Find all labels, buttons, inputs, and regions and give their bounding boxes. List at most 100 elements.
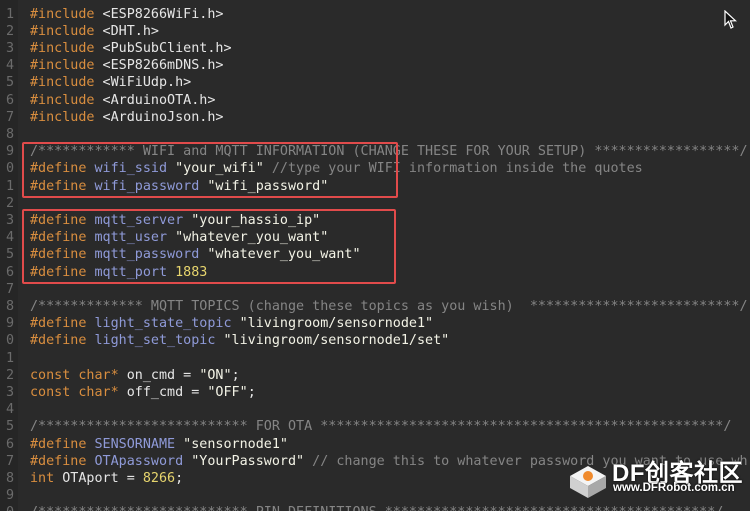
- code-token: on_cmd =: [118, 367, 200, 383]
- code-token: /************************** FOR OTA ****…: [30, 419, 732, 435]
- line-number: 7: [5, 281, 14, 297]
- line-number: 3: [5, 212, 14, 228]
- line-number: 0: [5, 333, 14, 349]
- code-token: light_state_topic: [86, 316, 232, 332]
- line-number: 9: [5, 488, 14, 504]
- code-token: *: [110, 367, 119, 383]
- code-text: #include <DHT.h>: [30, 23, 159, 40]
- code-line[interactable]: 3 const char* off_cmd = "OFF";: [0, 384, 750, 401]
- code-token: OTAport =: [54, 470, 143, 486]
- code-token: #include: [30, 92, 95, 108]
- line-number: 0: [5, 161, 14, 177]
- line-number: 3: [5, 40, 14, 56]
- code-token: "ON": [199, 367, 232, 383]
- line-number: 5: [5, 419, 14, 435]
- code-token: char: [70, 367, 111, 383]
- code-token: #include: [30, 109, 95, 125]
- line-number: 2: [5, 195, 14, 211]
- mouse-pointer-icon: [724, 10, 738, 29]
- code-text: #include <ESP8266mDNS.h>: [30, 57, 224, 74]
- code-token: SENSORNAME: [86, 436, 176, 452]
- code-line[interactable]: 2 #include <DHT.h>: [0, 23, 750, 40]
- code-token: ;: [247, 384, 256, 400]
- line-number: 4: [5, 230, 14, 246]
- line-number: 7: [5, 453, 14, 469]
- code-token: #define: [30, 453, 87, 469]
- code-token: const: [30, 384, 71, 400]
- code-text: const char* off_cmd = "OFF";: [30, 384, 256, 401]
- code-token: int: [30, 470, 55, 486]
- code-line[interactable]: 2 const char* on_cmd = "ON";: [0, 367, 750, 384]
- code-token: ;: [175, 470, 184, 486]
- code-text: #include <ArduinoJson.h>: [30, 109, 224, 126]
- code-text: /************* MQTT TOPICS (change these…: [30, 298, 748, 315]
- code-text: int OTAport = 8266;: [30, 470, 183, 487]
- line-number: 0: [0, 504, 14, 511]
- line-number: 2: [5, 23, 14, 39]
- code-line[interactable]: 1 #include <ESP8266WiFi.h>: [0, 6, 750, 23]
- line-number: 1: [5, 350, 14, 366]
- code-line[interactable]: 4: [0, 401, 750, 418]
- code-line[interactable]: 0 #define light_set_topic "livingroom/sen…: [0, 332, 750, 349]
- code-line[interactable]: 3 #include <PubSubClient.h>: [0, 40, 750, 57]
- code-editor[interactable]: 1 #include <ESP8266WiFi.h> 2 #include <DHT.…: [0, 0, 750, 511]
- code-text: #include <ESP8266WiFi.h>: [30, 6, 224, 23]
- code-token: <ESP8266WiFi.h>: [94, 6, 224, 22]
- code-line[interactable]: 5 /************************** FOR OTA ***…: [0, 418, 750, 435]
- line-number: 9: [5, 144, 14, 160]
- code-line[interactable]: 5 #include <WiFiUdp.h>: [0, 74, 750, 91]
- code-text: #define light_set_topic "livingroom/sens…: [30, 332, 449, 349]
- code-token: #include: [30, 58, 95, 74]
- code-token: #include: [30, 40, 95, 56]
- code-text: #define SENSORNAME "sensornode1": [30, 436, 288, 453]
- code-text: const char* on_cmd = "ON";: [30, 367, 240, 384]
- code-token: #include: [30, 75, 95, 91]
- code-token: "sensornode1": [175, 436, 288, 452]
- code-token: #include: [30, 6, 95, 22]
- code-token: /************* MQTT TOPICS (change these…: [30, 298, 748, 314]
- line-number: 5: [5, 75, 14, 91]
- code-token: <PubSubClient.h>: [94, 40, 232, 56]
- code-token: "livingroom/sensornode1/set": [215, 333, 450, 349]
- line-number: 6: [5, 436, 14, 452]
- line-number: 8: [5, 298, 14, 314]
- code-token: ;: [231, 367, 240, 383]
- line-number: 1: [5, 6, 14, 22]
- code-token: char: [70, 384, 111, 400]
- code-token: "OFF": [207, 384, 248, 400]
- code-token: <DHT.h>: [94, 23, 159, 39]
- line-number: 8: [5, 470, 14, 486]
- code-token: const: [30, 367, 71, 383]
- code-line[interactable]: 4 #include <ESP8266mDNS.h>: [0, 57, 750, 74]
- code-line[interactable]: 8: [0, 126, 750, 143]
- line-number: 9: [5, 316, 14, 332]
- line-number: 4: [5, 58, 14, 74]
- line-number: 4: [5, 402, 14, 418]
- code-token: light_set_topic: [86, 333, 216, 349]
- code-text: #define light_state_topic "livingroom/se…: [30, 315, 433, 332]
- code-token: "livingroom/sensornode1": [231, 316, 434, 332]
- code-token: <ArduinoJson.h>: [94, 109, 224, 125]
- watermark-url: www.DFRobot.com.cn: [613, 482, 735, 494]
- code-text: /************************** FOR OTA ****…: [30, 418, 731, 435]
- line-number: 5: [5, 247, 14, 263]
- code-line[interactable]: 8 /************* MQTT TOPICS (change thes…: [0, 298, 750, 315]
- code-line[interactable]: 7 #include <ArduinoJson.h>: [0, 109, 750, 126]
- code-token: #include: [30, 23, 95, 39]
- code-token: /************************** PIN DEFINITI…: [30, 505, 723, 511]
- code-line[interactable]: 1: [0, 350, 750, 367]
- line-number: 1: [5, 178, 14, 194]
- code-token: <ArduinoOTA.h>: [94, 92, 216, 108]
- code-line[interactable]: 6 #include <ArduinoOTA.h>: [0, 92, 750, 109]
- code-text: #include <ArduinoOTA.h>: [30, 92, 215, 109]
- code-token: "YourPassword": [183, 453, 305, 469]
- code-token: OTApassword: [86, 453, 184, 469]
- code-line[interactable]: 9 #define light_state_topic "livingroom/s…: [0, 315, 750, 332]
- line-number: 6: [5, 264, 14, 280]
- code-token: #define: [30, 316, 87, 332]
- highlight-box-mqtt: [22, 209, 396, 284]
- code-text: #include <PubSubClient.h>: [30, 40, 232, 57]
- line-number: 8: [5, 126, 14, 142]
- code-token: <WiFiUdp.h>: [94, 75, 192, 91]
- line-number: 7: [5, 109, 14, 125]
